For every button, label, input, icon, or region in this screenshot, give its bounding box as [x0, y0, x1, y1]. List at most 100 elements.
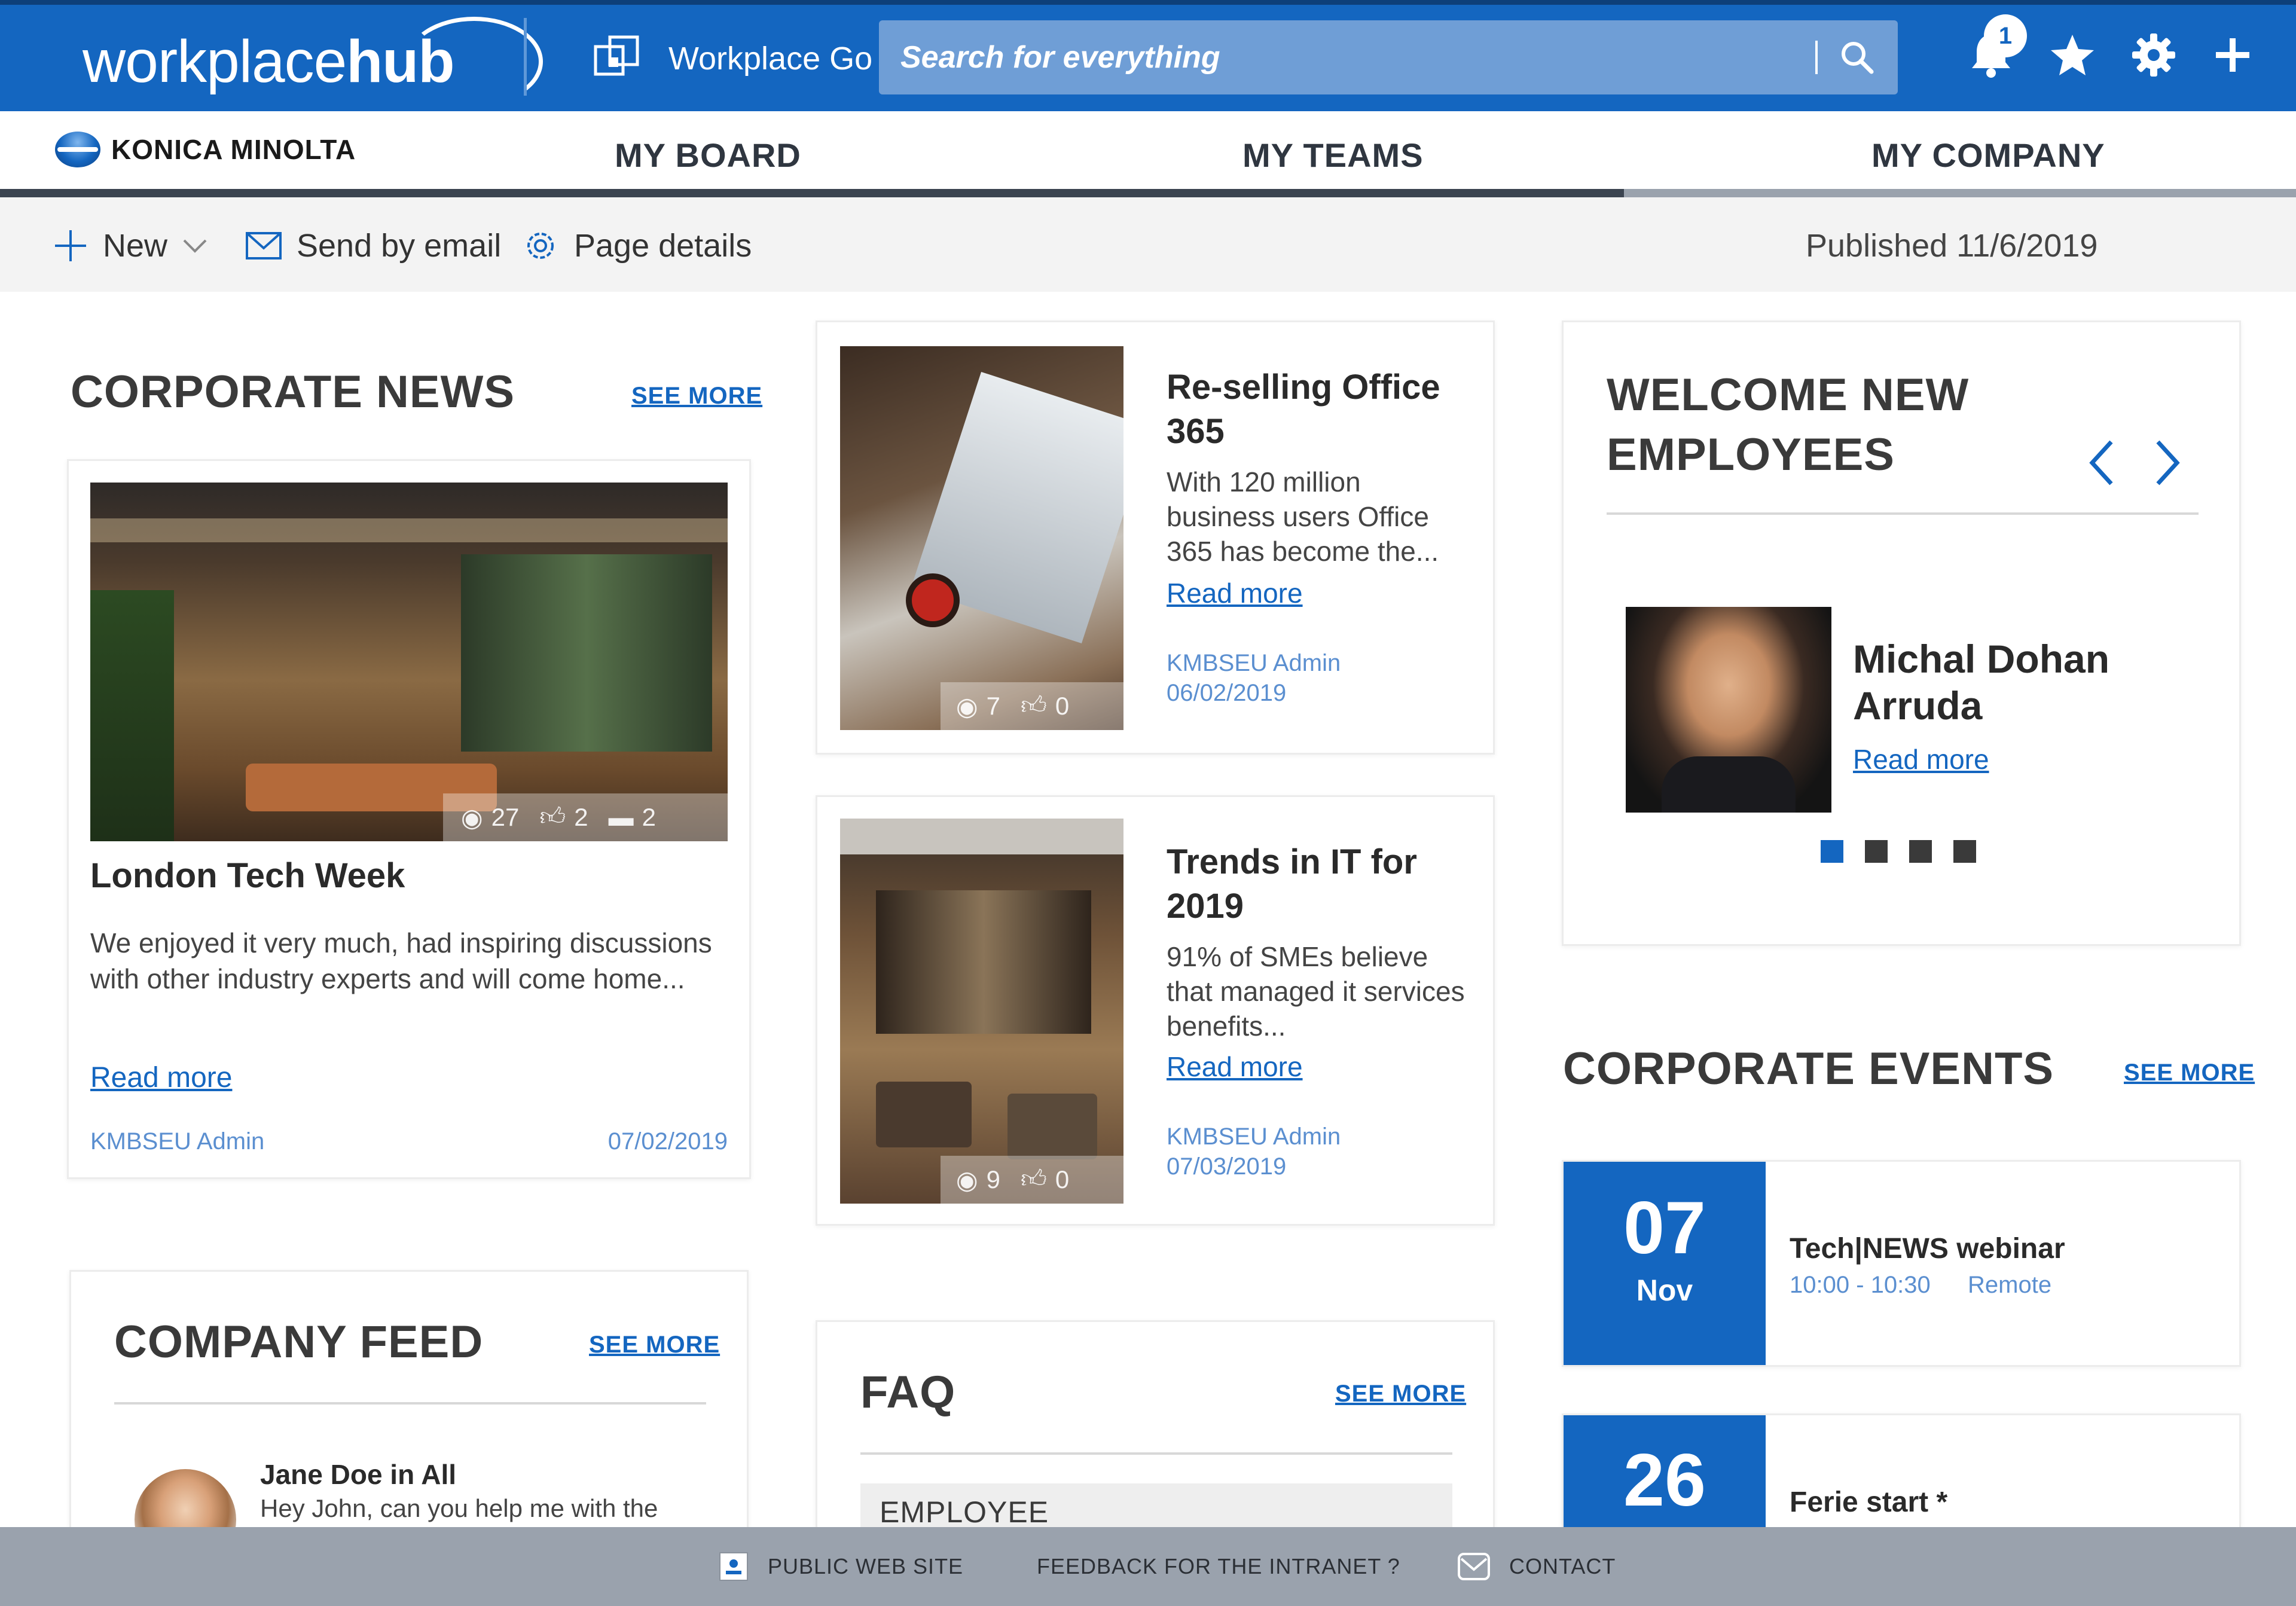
event-date-block: 07 Nov	[1564, 1162, 1766, 1365]
faq-divider	[860, 1452, 1452, 1455]
likes-count: 0	[1055, 1165, 1070, 1193]
news-headline[interactable]: London Tech Week	[90, 856, 405, 896]
employee-name[interactable]: Michal Dohan Arruda	[1853, 636, 2109, 729]
konica-minolta-globe-icon	[55, 132, 100, 167]
views-icon: ◉	[956, 692, 978, 720]
notification-badge: 1	[1984, 14, 2027, 57]
feed-divider	[114, 1402, 706, 1405]
news-card-office365[interactable]: ◉ 7 👍︎ 0 Re-selling Office 365 With 120 …	[816, 320, 1495, 755]
tab-my-teams[interactable]: MY TEAMS	[1242, 126, 1424, 185]
employee-first-name: Michal Dohan	[1853, 637, 2110, 681]
event-time: 10:00 - 10:30	[1790, 1272, 1931, 1298]
konica-minolta-logo[interactable]: KONICA MINOLTA	[55, 132, 356, 167]
news-excerpt: 91% of SMEs believe that managed it serv…	[1167, 941, 1465, 1042]
event-card[interactable]: 07 Nov Tech|NEWS webinar 10:00 - 10:30 R…	[1562, 1160, 2241, 1367]
likes-count: 2	[574, 803, 588, 831]
faq-card: FAQ SEE MORE EMPLOYEE	[816, 1320, 1495, 1531]
brand-name: KONICA MINOLTA	[111, 134, 356, 165]
new-label: New	[103, 228, 168, 264]
workplace-go-icon[interactable]	[592, 33, 642, 84]
views-count: 9	[986, 1165, 1001, 1193]
news-headline[interactable]: Trends in IT for 2019	[1167, 840, 1465, 929]
public-web-site-link[interactable]: PUBLIC WEB SITE	[718, 1543, 963, 1590]
event-month: Nov	[1636, 1274, 1693, 1307]
tab-my-company[interactable]: MY COMPANY	[1871, 126, 2105, 185]
news-date: 07/02/2019	[607, 1128, 728, 1155]
event-date-block: 26	[1564, 1415, 1766, 1529]
read-more-link[interactable]: Read more	[90, 1061, 232, 1094]
event-location: Remote	[1968, 1272, 2052, 1298]
office365-image: ◉ 7 👍︎ 0	[840, 346, 1123, 730]
faq-category-employee[interactable]: EMPLOYEE	[860, 1483, 1452, 1531]
event-card[interactable]: 26 Ferie start *	[1562, 1413, 2241, 1529]
search-icon[interactable]	[1838, 38, 1876, 77]
star-icon[interactable]	[2046, 29, 2099, 81]
contact-label: CONTACT	[1509, 1554, 1616, 1578]
feedback-link[interactable]: FEEDBACK FOR THE INTRANET ?	[1037, 1543, 1400, 1590]
carousel-dot[interactable]	[1909, 840, 1932, 863]
welcome-divider	[1607, 512, 2199, 515]
london-tech-week-image: ◉ 27 👍︎ 2 ▬ 2	[90, 483, 728, 841]
feed-post-text: Hey John, can you help me with the	[260, 1494, 658, 1522]
engagement-stats: ◉ 27 👍︎ 2 ▬ 2	[443, 793, 728, 841]
feed-post-author[interactable]: Jane Doe in All	[260, 1458, 456, 1491]
chevron-right-icon[interactable]	[2150, 436, 2185, 490]
company-feed-card: COMPANY FEED SEE MORE Jane Doe in All He…	[69, 1270, 749, 1571]
company-feed-see-more[interactable]: SEE MORE	[589, 1332, 720, 1358]
logo-swoosh-icon	[405, 17, 543, 106]
corporate-events-see-more[interactable]: SEE MORE	[2124, 1060, 2255, 1086]
views-count: 7	[986, 692, 1001, 720]
likes-count: 0	[1055, 692, 1070, 720]
topbar-divider	[524, 18, 527, 96]
news-excerpt: We enjoyed it very much, had inspiring d…	[90, 927, 712, 994]
workplacehub-logo[interactable]: workplace hub	[83, 17, 543, 106]
comment-icon: ▬	[608, 803, 634, 831]
plus-icon	[55, 230, 86, 261]
corporate-news-see-more[interactable]: SEE MORE	[631, 383, 762, 410]
send-by-email-button[interactable]: Send by email	[245, 221, 501, 270]
nav-underline	[1624, 189, 2296, 197]
event-day: 26	[1623, 1439, 1706, 1522]
like-icon: 👍︎	[1021, 1165, 1047, 1193]
like-icon: 👍︎	[539, 802, 566, 831]
faq-title: FAQ	[860, 1367, 956, 1418]
news-author: KMBSEU Admin	[1167, 650, 1341, 676]
public-web-site-label: PUBLIC WEB SITE	[768, 1554, 964, 1578]
faq-see-more[interactable]: SEE MORE	[1335, 1381, 1466, 1407]
read-more-link[interactable]: Read more	[1853, 743, 1989, 775]
gear-icon[interactable]	[2127, 29, 2180, 81]
tab-my-board[interactable]: MY BOARD	[615, 126, 801, 185]
views-icon: ◉	[956, 1165, 978, 1194]
read-more-link[interactable]: Read more	[1167, 577, 1303, 609]
featured-news-card[interactable]: ◉ 27 👍︎ 2 ▬ 2 London Tech Week We enjoye…	[67, 459, 751, 1179]
event-name[interactable]: Ferie start *	[1790, 1486, 1947, 1519]
corporate-events-title: CORPORATE EVENTS	[1563, 1043, 2054, 1094]
page-details-button[interactable]: Page details	[521, 221, 752, 270]
workplace-go-link[interactable]: Workplace Go	[668, 36, 872, 81]
news-author: KMBSEU Admin	[1167, 1123, 1341, 1150]
contact-link[interactable]: CONTACT	[1457, 1543, 1616, 1590]
carousel-dot[interactable]	[1953, 840, 1976, 863]
read-more-link[interactable]: Read more	[1167, 1051, 1303, 1083]
company-feed-title: COMPANY FEED	[114, 1317, 484, 1367]
welcome-title-line2: EMPLOYEES	[1607, 429, 1895, 480]
carousel-dot[interactable]	[1865, 840, 1888, 863]
employee-avatar[interactable]	[1626, 607, 1831, 813]
search-input[interactable]	[900, 20, 1797, 94]
views-icon: ◉	[461, 803, 483, 832]
news-headline[interactable]: Re-selling Office 365	[1167, 365, 1465, 454]
chevron-left-icon[interactable]	[2084, 436, 2120, 490]
nav-underline-active	[0, 189, 1624, 197]
like-icon: 👍︎	[1021, 691, 1047, 719]
published-date: Published 11/6/2019	[1806, 228, 2098, 264]
send-by-email-label: Send by email	[297, 228, 502, 264]
it-trends-image: ◉ 9 👍︎ 0	[840, 819, 1123, 1204]
news-card-it-trends[interactable]: ◉ 9 👍︎ 0 Trends in IT for 2019 91% of SM…	[816, 795, 1495, 1226]
search-separator	[1815, 41, 1818, 74]
new-button[interactable]: New	[53, 221, 222, 270]
plus-icon[interactable]	[2206, 29, 2259, 81]
event-name[interactable]: Tech|NEWS webinar	[1790, 1232, 2065, 1265]
news-date: 06/02/2019	[1167, 680, 1287, 706]
news-date: 07/03/2019	[1167, 1153, 1287, 1180]
carousel-dot-active[interactable]	[1821, 840, 1843, 863]
